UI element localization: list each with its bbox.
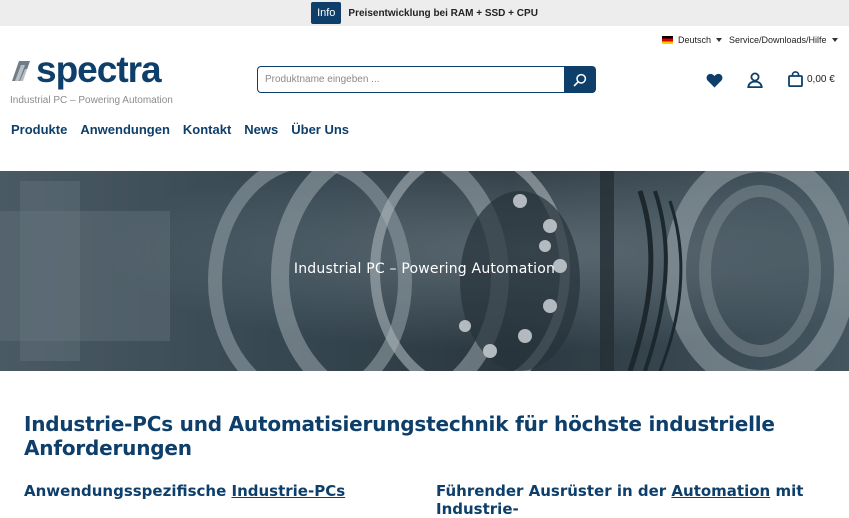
nav-item-anwendungen[interactable]: Anwendungen	[80, 122, 170, 137]
hero-banner: Industrial PC – Powering Automation	[0, 171, 849, 371]
logo-text: spectra	[36, 49, 162, 90]
search-button[interactable]	[564, 66, 596, 93]
search-bar	[257, 66, 596, 93]
chevron-down-icon	[831, 38, 838, 42]
logo-mark-icon	[12, 61, 30, 81]
nav-item-kontakt[interactable]: Kontakt	[183, 122, 231, 137]
automation-link[interactable]: Automation	[671, 482, 770, 500]
german-flag-icon	[662, 36, 673, 44]
info-message[interactable]: Preisentwicklung bei RAM + SSD + CPU	[348, 8, 538, 19]
account-button[interactable]	[745, 70, 765, 90]
info-bar: Info Preisentwicklung bei RAM + SSD + CP…	[0, 0, 849, 26]
right-heading-text: Führender Ausrüster in der	[436, 482, 672, 500]
industrie-pcs-link[interactable]: Industrie-PCs	[231, 482, 345, 500]
nav-item-news[interactable]: News	[244, 122, 278, 137]
search-input[interactable]	[257, 66, 564, 93]
site-header: Deutsch Service/Downloads/Hilfe spectra …	[0, 26, 849, 171]
cart-button[interactable]: 0,00 €	[788, 71, 835, 87]
nav-item-ueber-uns[interactable]: Über Uns	[291, 122, 349, 137]
wishlist-button[interactable]	[704, 70, 724, 90]
shopping-bag-icon	[788, 71, 803, 87]
tagline: Industrial PC – Powering Automation	[10, 95, 173, 106]
left-heading-text: Anwendungsspezifische	[24, 482, 232, 500]
main-navigation: Produkte Anwendungen Kontakt News Über U…	[11, 122, 349, 137]
hero-title: Industrial PC – Powering Automation	[293, 261, 556, 277]
nav-item-produkte[interactable]: Produkte	[11, 122, 67, 137]
service-label: Service/Downloads/Hilfe	[729, 35, 827, 45]
right-column-heading: Führender Ausrüster in der Automation mi…	[436, 482, 849, 518]
chevron-down-icon	[716, 38, 723, 42]
cart-total: 0,00 €	[807, 73, 835, 85]
language-label: Deutsch	[678, 35, 712, 45]
search-icon	[573, 73, 587, 86]
user-icon	[747, 72, 763, 88]
left-column-heading: Anwendungsspezifische Industrie-PCs	[24, 482, 345, 500]
page-heading: Industrie-PCs und Automatisierungstechni…	[24, 412, 775, 460]
language-selector[interactable]: Deutsch	[662, 35, 723, 45]
info-badge[interactable]: Info	[311, 2, 342, 24]
logo[interactable]: spectra	[10, 49, 162, 90]
heart-icon	[706, 73, 722, 87]
service-menu[interactable]: Service/Downloads/Hilfe	[729, 35, 838, 45]
